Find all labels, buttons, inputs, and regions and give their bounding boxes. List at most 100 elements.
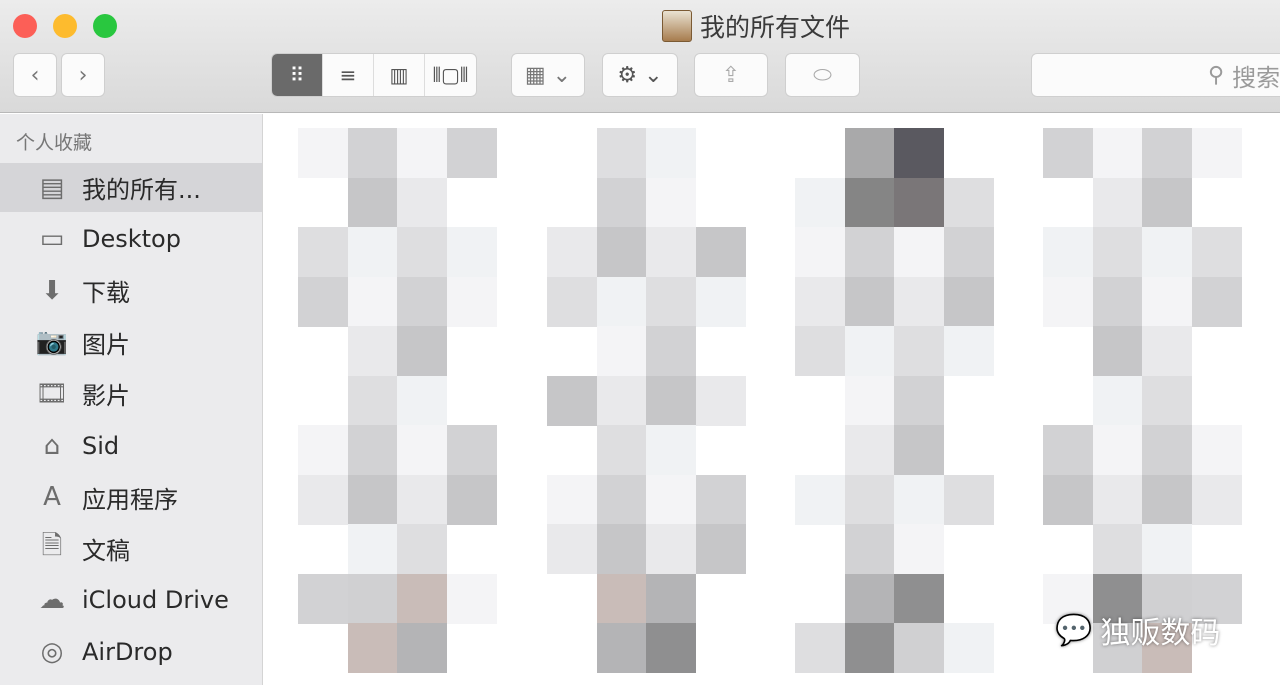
blurred-thumbnail-cell (1043, 128, 1093, 178)
title-bar: 我的所有文件 ‹ › ⠿ ≡ ▥ ⫴▢⫴ ▦ ⌄ ⚙ ⌄ ⇪ ⬭ ⚲ 搜索 (0, 0, 1280, 113)
sidebar-item[interactable]: 📷 图片 (0, 318, 262, 367)
sidebar-item[interactable]: ⌂ Sid (0, 421, 262, 470)
tag-button[interactable]: ⬭ (785, 53, 860, 97)
icon-view-button[interactable]: ⠿ (272, 54, 323, 96)
blurred-thumbnail-cell (795, 276, 845, 327)
blurred-thumbnail-cell (844, 524, 895, 574)
blurred-thumbnail-cell (844, 474, 895, 525)
action-gear-button[interactable]: ⚙ ⌄ (602, 53, 678, 97)
blurred-thumbnail-cell (844, 227, 895, 277)
blurred-thumbnail-cell (1092, 375, 1143, 426)
blurred-thumbnail-cell (347, 524, 398, 574)
sidebar-item[interactable]: ◎ AirDrop (0, 627, 262, 676)
sidebar-item[interactable]: A 应用程序 (0, 473, 262, 522)
blurred-thumbnail-cell (1092, 474, 1143, 525)
blurred-thumbnail-cell (795, 326, 845, 376)
sidebar-item[interactable]: ⬇ 下载 (0, 266, 262, 315)
blurred-thumbnail-cell (347, 276, 398, 327)
sidebar-item-label: 图片 (82, 330, 130, 359)
blurred-thumbnail-cell (646, 573, 696, 624)
blurred-thumbnail-cell (844, 623, 895, 673)
blurred-thumbnail-cell (397, 524, 447, 574)
blurred-thumbnail-cell (1191, 227, 1242, 277)
blurred-thumbnail-cell (298, 227, 348, 277)
sidebar-item[interactable]: ▤ 我的所有... (0, 163, 262, 212)
blurred-thumbnail-cell (795, 474, 845, 525)
blurred-thumbnail-cell (347, 623, 398, 673)
blurred-thumbnail-cell (547, 375, 597, 426)
blurred-thumbnail-cell (596, 623, 647, 673)
zoom-button[interactable] (93, 14, 117, 38)
column-view-button[interactable]: ▥ (374, 54, 425, 96)
back-button[interactable]: ‹ (13, 53, 57, 97)
blurred-thumbnail-cell (894, 425, 944, 475)
blurred-thumbnail-cell (1092, 425, 1143, 475)
blurred-thumbnail-cell (943, 177, 994, 228)
blurred-thumbnail-cell (1142, 177, 1192, 228)
blurred-thumbnail-cell (1092, 524, 1143, 574)
blurred-thumbnail-cell (347, 425, 398, 475)
sidebar-item[interactable]: 🗎 文稿 (0, 524, 262, 573)
blurred-thumbnail-cell (695, 474, 746, 525)
blurred-thumbnail-cell (695, 276, 746, 327)
blurred-thumbnail-cell (446, 227, 497, 277)
blurred-thumbnail-cell (397, 128, 447, 178)
camera-icon: 📷 (35, 327, 69, 358)
blurred-thumbnail-cell (596, 276, 647, 327)
share-button[interactable]: ⇪ (694, 53, 768, 97)
blurred-thumbnail-cell (397, 623, 447, 673)
blurred-thumbnail-cell (894, 276, 944, 327)
blurred-thumbnail-cell (943, 623, 994, 673)
blurred-thumbnail-cell (695, 227, 746, 277)
sidebar-item-label: iCloud Drive (82, 586, 229, 615)
blurred-thumbnail-cell (1142, 326, 1192, 376)
blurred-thumbnail-cell (596, 573, 647, 624)
blurred-thumbnail-cell (1191, 474, 1242, 525)
sidebar-item[interactable]: ☁ iCloud Drive (0, 576, 262, 625)
blurred-thumbnail-cell (547, 474, 597, 525)
sidebar-item-label: 应用程序 (82, 485, 178, 514)
sidebar-item[interactable]: ▭ Desktop (0, 215, 262, 264)
blurred-thumbnail-cell (397, 227, 447, 277)
blurred-thumbnail-cell (397, 375, 447, 426)
favorites-header: 个人收藏 (16, 132, 93, 154)
view-mode-segmented: ⠿ ≡ ▥ ⫴▢⫴ (271, 53, 477, 97)
blurred-thumbnail-cell (844, 177, 895, 228)
blurred-thumbnail-cell (695, 524, 746, 574)
list-view-button[interactable]: ≡ (323, 54, 374, 96)
blurred-thumbnail-cell (1043, 425, 1093, 475)
desktop-icon: ▭ (39, 224, 65, 255)
blurred-thumbnail-cell (646, 177, 696, 228)
downloads-icon: ⬇ (41, 275, 63, 306)
search-field[interactable]: ⚲ 搜索 (1031, 53, 1280, 97)
blurred-thumbnail-cell (547, 227, 597, 277)
forward-button[interactable]: › (61, 53, 105, 97)
blurred-thumbnail-cell (646, 524, 696, 574)
blurred-thumbnail-cell (347, 177, 398, 228)
blurred-thumbnail-cell (943, 326, 994, 376)
arrange-button[interactable]: ▦ ⌄ (511, 53, 585, 97)
blurred-thumbnail-cell (347, 128, 398, 178)
close-button[interactable] (13, 14, 37, 38)
blurred-thumbnail-cell (894, 227, 944, 277)
blurred-thumbnail-cell (1092, 177, 1143, 228)
wechat-icon: 💬 (1055, 612, 1093, 648)
blurred-thumbnail-cell (646, 326, 696, 376)
file-icon-grid (264, 114, 1280, 685)
blurred-thumbnail-cell (446, 474, 497, 525)
blurred-thumbnail-cell (1092, 128, 1143, 178)
window-title-text: 我的所有文件 (700, 13, 851, 42)
sidebar-item[interactable]: 🎞 影片 (0, 369, 262, 418)
sidebar-item-label: Sid (82, 431, 120, 460)
blurred-thumbnail-cell (646, 128, 696, 178)
blurred-thumbnail-cell (397, 326, 447, 376)
blurred-thumbnail-cell (894, 177, 944, 228)
blurred-thumbnail-cell (943, 474, 994, 525)
blurred-thumbnail-cell (1043, 227, 1093, 277)
blurred-thumbnail-cell (844, 375, 895, 426)
minimize-button[interactable] (53, 14, 77, 38)
blurred-thumbnail-cell (446, 425, 497, 475)
blurred-thumbnail-cell (298, 425, 348, 475)
sidebar-item-label: Desktop (82, 225, 181, 254)
coverflow-view-button[interactable]: ⫴▢⫴ (425, 54, 476, 96)
